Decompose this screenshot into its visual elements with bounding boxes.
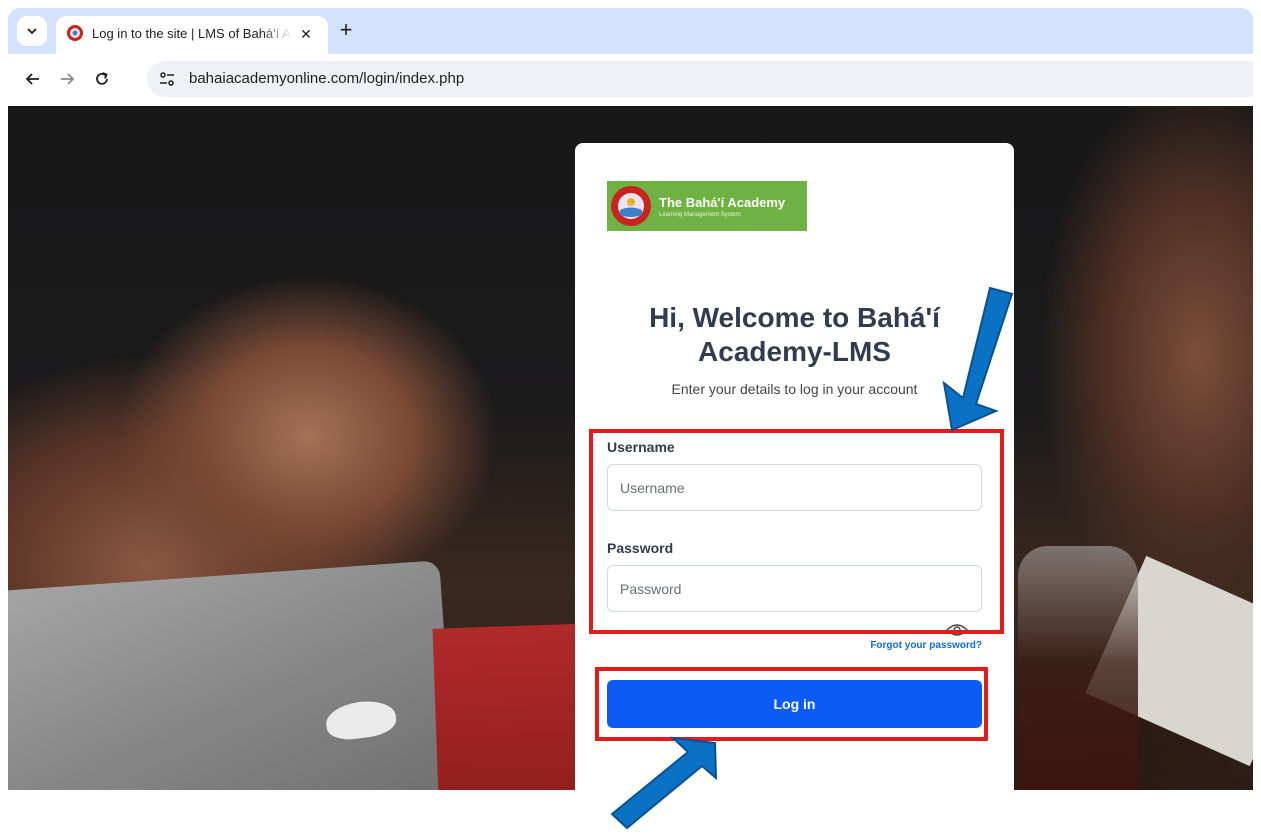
login-button-highlight-box [595,667,988,741]
logo-name: The Bahá'í Academy [659,194,786,210]
back-button[interactable] [21,67,45,91]
url-text: bahaiacademyonline.com/login/index.php [189,70,465,87]
reload-button[interactable] [90,67,114,91]
tune-icon [160,72,174,86]
address-bar[interactable]: bahaiacademyonline.com/login/index.php [147,61,1253,97]
forward-button[interactable] [55,67,79,91]
arrow-right-icon [61,73,75,85]
credentials-highlight-box [589,429,1004,634]
academy-seal-icon [611,186,651,226]
new-tab-button[interactable]: + [334,18,358,42]
tab-strip: Log in to the site | LMS of Bahá'í Acade… [8,8,1253,54]
tab-search-button[interactable] [17,16,47,46]
browser-toolbar: bahaiacademyonline.com/login/index.php [8,54,1253,104]
site-favicon-icon [67,25,83,41]
background-laptop [8,560,456,790]
page-title: Hi, Welcome to Bahá'í Academy-LMS [649,302,940,367]
tab-title: Log in to the site | LMS of Bahá'í Acade… [92,26,292,41]
tab-close-button[interactable]: ✕ [294,22,318,46]
chevron-down-icon [27,28,37,35]
background-jar [1018,546,1138,790]
browser-tab[interactable]: Log in to the site | LMS of Bahá'í Acade… [56,16,328,54]
page-subtitle: Enter your details to log in your accoun… [671,381,918,397]
logo-subtitle: Learning Management System [659,211,741,218]
site-info-button[interactable] [155,67,179,91]
arrow-left-icon [25,73,39,85]
plus-icon: + [339,17,353,42]
academy-logo: The Bahá'í Academy Learning Management S… [607,181,807,231]
reload-icon [96,72,108,85]
forgot-password-link[interactable]: Forgot your password? [870,640,982,651]
close-icon: ✕ [300,25,312,42]
